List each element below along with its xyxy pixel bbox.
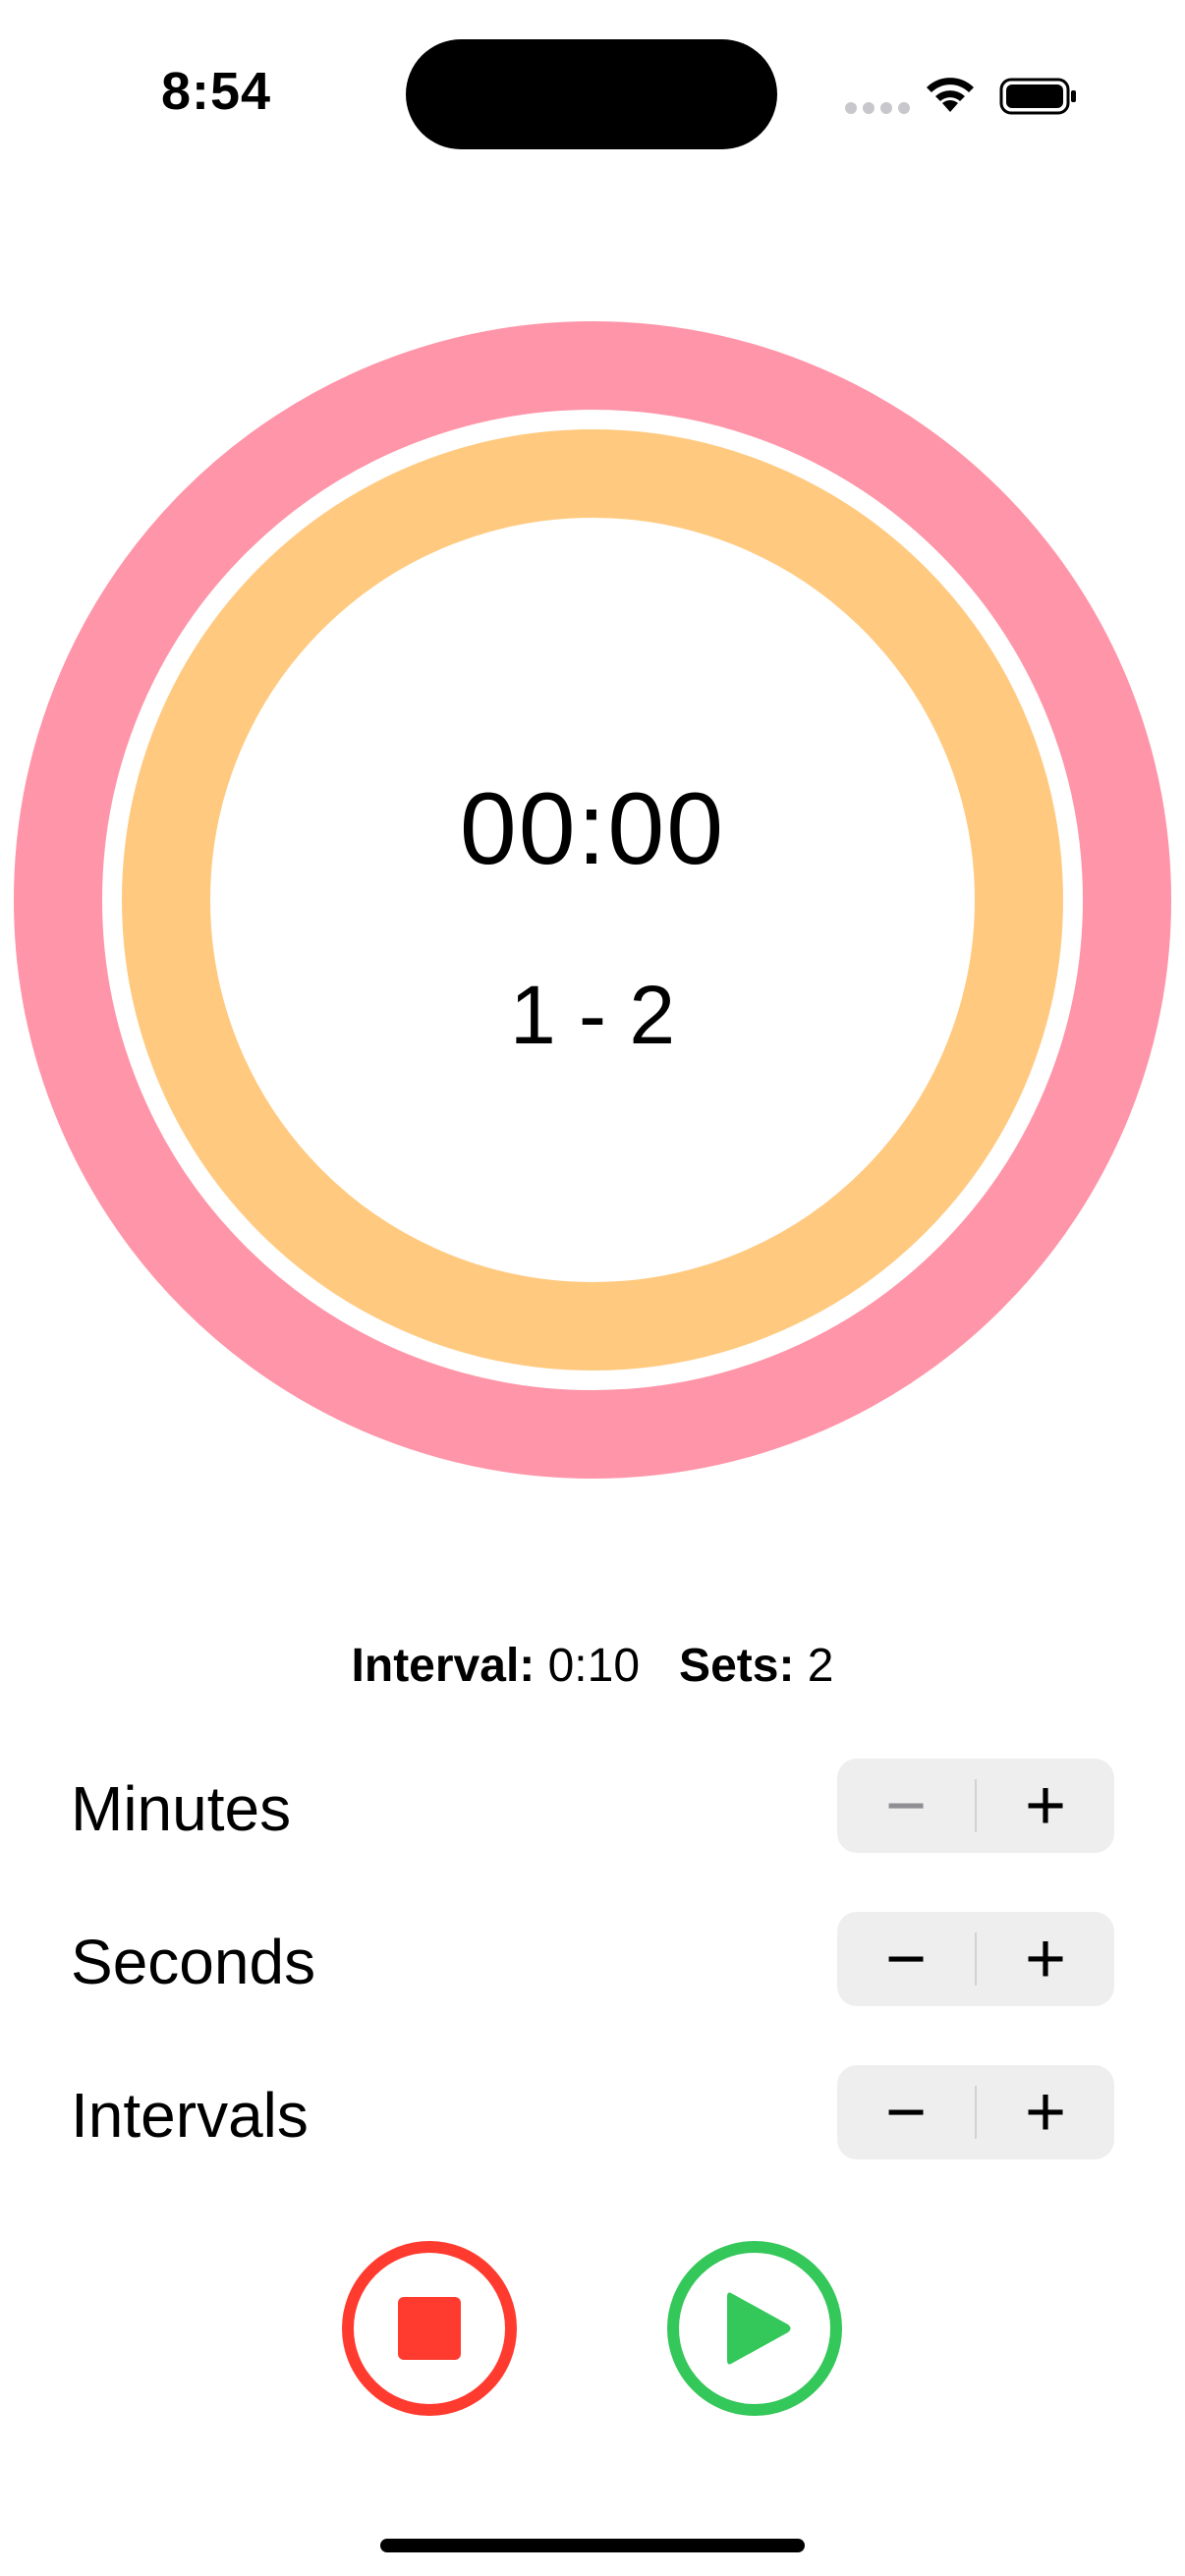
inner-progress-ring — [122, 429, 1063, 1371]
seconds-increment-button[interactable]: + — [977, 1912, 1114, 2006]
outer-progress-ring — [14, 321, 1171, 1479]
minutes-decrement-button[interactable]: − — [837, 1759, 975, 1853]
play-button[interactable] — [666, 2240, 843, 2417]
intervals-row: Intervals − + — [71, 2065, 1114, 2159]
sets-label: Sets: — [679, 1640, 795, 1692]
stop-icon — [398, 2297, 461, 2360]
seconds-row: Seconds − + — [71, 1912, 1114, 2006]
minutes-row: Minutes − + — [71, 1759, 1114, 1853]
minutes-stepper: − + — [837, 1759, 1114, 1853]
seconds-decrement-button[interactable]: − — [837, 1912, 975, 2006]
minutes-label: Minutes — [71, 1773, 292, 1844]
seconds-label: Seconds — [71, 1927, 316, 1997]
minutes-increment-button[interactable]: + — [977, 1759, 1114, 1853]
sets-value: 2 — [807, 1640, 834, 1692]
cellular-signal-icon — [845, 102, 910, 114]
intervals-stepper: − + — [837, 2065, 1114, 2159]
status-time: 8:54 — [160, 62, 272, 121]
timer-rings — [14, 321, 1171, 1479]
intervals-decrement-button[interactable]: − — [837, 2065, 975, 2159]
home-indicator[interactable] — [380, 2539, 805, 2552]
intervals-label: Intervals — [71, 2080, 309, 2151]
stop-button[interactable] — [341, 2240, 518, 2417]
interval-summary: Interval: 0:10 Sets: 2 — [199, 1639, 986, 1693]
play-icon — [727, 2292, 791, 2365]
battery-icon — [999, 78, 1076, 115]
interval-value: 0:10 — [547, 1640, 641, 1692]
interval-label: Interval: — [351, 1640, 536, 1692]
wifi-icon — [927, 78, 974, 112]
intervals-increment-button[interactable]: + — [977, 2065, 1114, 2159]
set-progress: 1 - 2 — [509, 969, 676, 1061]
dynamic-island — [406, 39, 777, 149]
seconds-stepper: − + — [837, 1912, 1114, 2006]
timer-display: 00:00 — [459, 772, 726, 886]
